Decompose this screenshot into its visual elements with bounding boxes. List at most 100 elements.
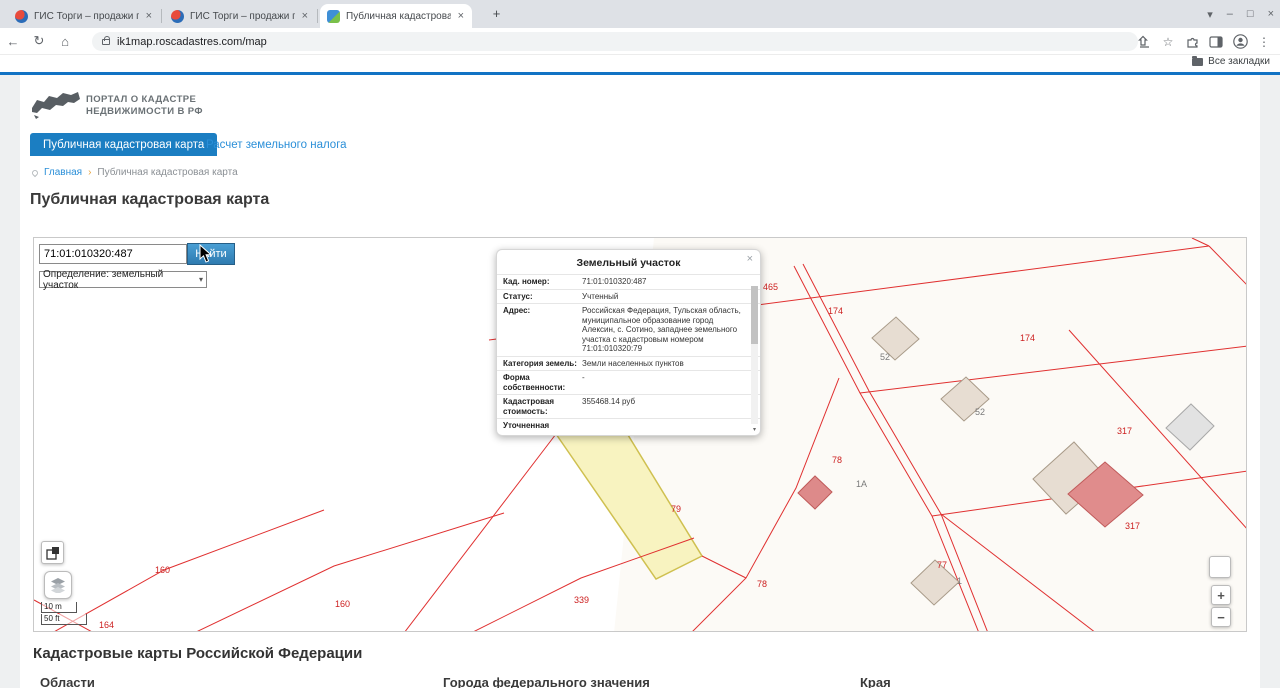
zoom-in-button[interactable]: + — [1211, 585, 1231, 605]
footer-columns: Области Города федерального значения Края — [20, 675, 1260, 688]
logo-line1: ПОРТАЛ О КАДАСТРЕ — [86, 94, 203, 106]
extensions-puzzle-icon[interactable] — [1184, 34, 1200, 50]
popup-title: Земельный участок — [497, 250, 760, 274]
popup-row-label: Адрес: — [503, 306, 579, 354]
map-parcel-label: 52 — [975, 407, 985, 417]
parcel-type-select[interactable]: Определение: земельный участок ▾ — [39, 271, 207, 288]
popup-row: Категория земель:Земли населенных пункто… — [497, 356, 760, 371]
popup-close-icon[interactable]: × — [747, 253, 753, 265]
footer-column-title: Области — [40, 675, 95, 688]
map-scale: 10 m 50 ft — [41, 602, 87, 625]
tab-close-icon[interactable]: × — [301, 10, 309, 22]
tab-public-cadastral-map[interactable]: Публичная кадастровая карта — [30, 133, 217, 156]
footer-column-title: Города федерального значения — [443, 675, 650, 688]
url-text: ik1map.roscadastres.com/map — [117, 36, 267, 48]
popup-row-value: - — [579, 373, 744, 392]
page-background: ПОРТАЛ О КАДАСТРЕ НЕДВИЖИМОСТИ В РФ Публ… — [0, 75, 1280, 688]
map-parcel-label: 77 — [937, 560, 947, 570]
zoom-out-button[interactable]: − — [1211, 607, 1231, 627]
map-parcel-label: 160 — [335, 599, 350, 609]
tab-title: Публичная кадастровая ка — [346, 11, 451, 22]
breadcrumb-current: Публичная кадастровая карта — [97, 167, 237, 178]
popup-scrollbar-thumb[interactable] — [751, 286, 758, 344]
map-parcel-label: 1 — [957, 576, 962, 586]
tab-land-tax-calc[interactable]: Расчет земельного налога — [206, 133, 347, 156]
popup-row-label: Кадастровая стоимость: — [503, 397, 579, 416]
map-parcel-label: 160 — [155, 565, 170, 575]
popup-row-value: Земли населенных пунктов — [579, 359, 744, 369]
map-parcel-label: 174 — [828, 306, 843, 316]
bookmarks-folder-icon — [1192, 58, 1203, 66]
browser-tab[interactable]: Публичная кадастровая ка × — [320, 4, 472, 28]
menu-kebab-icon[interactable]: ⋮ — [1256, 34, 1272, 50]
popup-row-label: Статус: — [503, 292, 579, 302]
popup-row: Кадастровая стоимость:355468.14 руб — [497, 394, 760, 418]
popup-row: Уточненная — [497, 418, 760, 433]
tab-close-icon[interactable]: × — [457, 10, 465, 22]
overview-map-icon — [46, 546, 60, 560]
page-title: Публичная кадастровая карта — [30, 191, 269, 209]
map-parcel-label: 317 — [1117, 426, 1132, 436]
map-parcel-label: 1А — [856, 479, 867, 489]
overview-map-button[interactable] — [41, 541, 64, 564]
parcel-type-value: Определение: земельный участок — [43, 269, 199, 291]
map-parcel-label: 339 — [574, 595, 589, 605]
layers-button[interactable] — [44, 571, 72, 599]
reload-icon[interactable]: ↻ — [26, 33, 52, 49]
breadcrumb-home-link[interactable]: Главная — [44, 167, 82, 178]
browser-tab[interactable]: ГИС Торги – продажи госуд × — [164, 4, 316, 28]
map-extent-button[interactable] — [1209, 556, 1231, 578]
share-icon[interactable] — [1136, 34, 1152, 50]
gis-torgi-favicon — [15, 10, 28, 23]
popup-row: Форма собственности:- — [497, 370, 760, 394]
popup-row-value: 355468.14 руб — [579, 397, 744, 416]
tab-title: ГИС Торги – продажи госуд — [190, 11, 295, 22]
popup-row-label: Форма собственности: — [503, 373, 579, 392]
popup-row-value — [579, 421, 744, 431]
home-icon[interactable]: ⌂ — [52, 34, 78, 49]
all-bookmarks-label: Все закладки — [1208, 56, 1270, 67]
browser-tab-strip: ГИС Торги – продажи госуд×ГИС Торги – пр… — [0, 0, 1280, 28]
cadastral-search-input[interactable] — [39, 244, 187, 264]
scale-metric: 10 m — [41, 602, 77, 613]
content-card: ПОРТАЛ О КАДАСТРЕ НЕДВИЖИМОСТИ В РФ Публ… — [20, 75, 1260, 688]
map-parcel-label: 78 — [757, 579, 767, 589]
popup-row-label: Уточненная — [503, 421, 579, 431]
profile-avatar-icon[interactable] — [1232, 34, 1248, 50]
side-panel-icon[interactable] — [1208, 34, 1224, 50]
popup-row: Статус:Учтенный — [497, 289, 760, 304]
footer-column-title: Края — [860, 675, 891, 688]
minimize-icon[interactable]: – — [1227, 8, 1233, 20]
map-pin-icon — [31, 168, 39, 176]
address-bar[interactable]: ik1map.roscadastres.com/map — [92, 32, 1138, 51]
scroll-down-icon[interactable]: ▾ — [751, 426, 758, 433]
map-parcel-label: 78 — [832, 455, 842, 465]
popup-row-value: Российская Федерация, Тульская область, … — [579, 306, 744, 354]
popup-row-label: Кад. номер: — [503, 277, 579, 287]
map-parcel-label: 317 — [1125, 521, 1140, 531]
russia-map-logo — [30, 86, 82, 124]
all-bookmarks[interactable]: Все закладки — [1192, 56, 1270, 67]
new-tab-button[interactable]: + — [488, 6, 505, 23]
window-controls: ▾ – □ × — [1207, 0, 1274, 28]
tab-close-icon[interactable]: × — [145, 10, 153, 22]
popup-scrollbar[interactable] — [751, 286, 758, 424]
lock-icon[interactable] — [102, 39, 110, 45]
popup-row-value: Учтенный — [579, 292, 744, 302]
logo-line2: НЕДВИЖИМОСТИ В РФ — [86, 106, 203, 118]
tab-search-chevron-icon[interactable]: ▾ — [1207, 8, 1213, 21]
popup-row-label: Категория земель: — [503, 359, 579, 369]
bookmarks-bar: Все закладки — [0, 55, 1280, 72]
back-icon[interactable]: ← — [0, 34, 26, 49]
scale-imperial: 50 ft — [41, 614, 87, 625]
parcel-info-popup: × Земельный участок Кад. номер:71:01:010… — [496, 249, 761, 436]
mouse-cursor — [199, 244, 213, 263]
map-parcel-label: 174 — [1020, 333, 1035, 343]
cadastre-favicon — [327, 10, 340, 23]
maximize-icon[interactable]: □ — [1247, 8, 1254, 20]
map-parcel-label: 52 — [880, 352, 890, 362]
map-parcel-label: 79 — [671, 504, 681, 514]
bookmark-star-icon[interactable]: ☆ — [1160, 34, 1176, 50]
window-close-icon[interactable]: × — [1268, 8, 1274, 20]
browser-tab[interactable]: ГИС Торги – продажи госуд× — [8, 4, 160, 28]
